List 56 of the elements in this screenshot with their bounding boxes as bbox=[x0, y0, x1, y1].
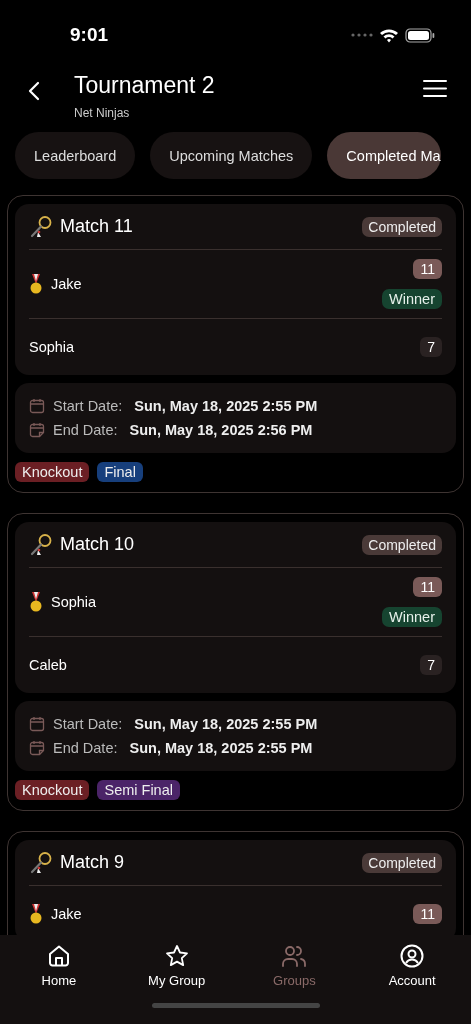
menu-icon[interactable] bbox=[423, 79, 447, 98]
score-badge: 7 bbox=[420, 655, 442, 675]
match-title: Match 10 bbox=[60, 534, 136, 555]
player-name: Caleb bbox=[29, 657, 68, 673]
nav-item[interactable]: Account bbox=[353, 943, 471, 989]
signal-icon bbox=[351, 33, 373, 37]
score-badge: 11 bbox=[413, 259, 442, 279]
tab[interactable]: Upcoming Matches bbox=[150, 132, 313, 179]
date-value: Sun, May 18, 2025 2:55 PM bbox=[134, 716, 318, 732]
tag: Semi Final bbox=[97, 780, 180, 800]
home-icon bbox=[46, 944, 71, 968]
tag: Final bbox=[97, 462, 143, 482]
racket-icon bbox=[29, 214, 53, 239]
date-value: Sun, May 18, 2025 2:55 PM bbox=[134, 398, 318, 414]
player-name: Sophia bbox=[51, 594, 98, 610]
nav-item[interactable]: Home bbox=[0, 943, 118, 989]
battery-icon bbox=[405, 27, 435, 43]
calendar-icon bbox=[29, 716, 45, 732]
status-badge: Completed bbox=[362, 216, 442, 237]
player-name: Jake bbox=[51, 276, 83, 292]
page-subtitle: Net Ninjas bbox=[74, 106, 131, 120]
date-label: Start Date: bbox=[53, 398, 123, 414]
status-badge: Completed bbox=[362, 852, 442, 873]
page-title: Tournament 2 bbox=[74, 71, 216, 100]
racket-icon bbox=[29, 532, 53, 557]
wifi-icon bbox=[379, 27, 399, 43]
winner-badge: Winner bbox=[382, 607, 442, 627]
nav-item[interactable]: Groups bbox=[235, 943, 354, 989]
date-label: Start Date: bbox=[53, 716, 123, 732]
tab[interactable]: Completed Ma bbox=[327, 132, 441, 179]
player-name: Jake bbox=[51, 906, 83, 922]
date-value: Sun, May 18, 2025 2:56 PM bbox=[129, 422, 313, 438]
calendar-icon bbox=[29, 398, 45, 414]
back-icon[interactable] bbox=[28, 81, 40, 101]
date-label: End Date: bbox=[53, 740, 118, 756]
status-badge: Completed bbox=[362, 534, 442, 555]
account-icon bbox=[400, 944, 425, 968]
status-time: 9:01 bbox=[70, 24, 109, 46]
calendar-icon bbox=[29, 740, 45, 756]
player-name: Sophia bbox=[29, 339, 76, 355]
calendar-icon bbox=[29, 422, 45, 438]
score-badge: 11 bbox=[413, 904, 442, 924]
tab[interactable]: Leaderboard bbox=[15, 132, 136, 179]
score-badge: 11 bbox=[413, 577, 442, 597]
star-icon bbox=[164, 944, 189, 968]
tag: Knockout bbox=[15, 780, 90, 800]
nav-item[interactable]: My Group bbox=[117, 943, 236, 989]
tag: Knockout bbox=[15, 462, 90, 482]
match-title: Match 9 bbox=[60, 852, 126, 873]
racket-icon bbox=[29, 850, 53, 875]
score-badge: 7 bbox=[420, 337, 442, 357]
people-icon bbox=[281, 944, 308, 968]
match-title: Match 11 bbox=[60, 216, 134, 237]
date-value: Sun, May 18, 2025 2:55 PM bbox=[129, 740, 313, 756]
date-label: End Date: bbox=[53, 422, 118, 438]
winner-badge: Winner bbox=[382, 289, 442, 309]
